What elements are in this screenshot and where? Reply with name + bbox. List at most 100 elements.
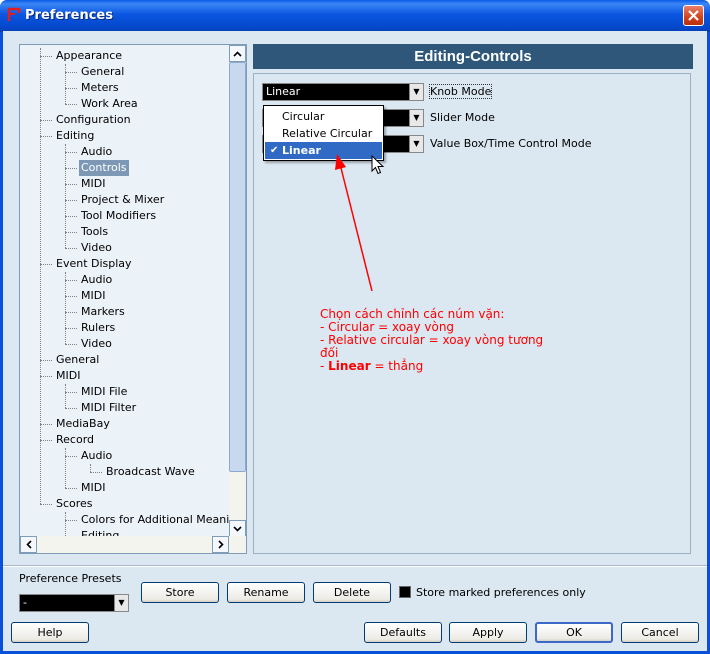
tree-item[interactable]: Audio [20,272,229,288]
knob-mode-dropdown[interactable]: Circular Relative Circular ✔ Linear [263,105,384,161]
tree-item-label: General [56,353,100,366]
tree-guide-line [65,384,66,408]
title-bar[interactable]: Preferences [0,0,710,32]
tree-item-label: Project & Mixer [81,193,165,206]
tree-guide-line [90,464,91,472]
preference-presets-label: Preference Presets [19,572,122,585]
tree-item[interactable]: Editing [20,128,229,144]
preferences-window: Preferences Appearance General Meters Work … [0,0,710,654]
tree-item-label: MIDI [56,369,81,382]
tree-item-label: Configuration [56,113,131,126]
tree-item-label: Meters [81,81,119,94]
delete-button[interactable]: Delete [313,582,391,603]
tree-item[interactable]: Markers [20,304,229,320]
tree-guide-line [65,512,66,536]
tree-item-label: MIDI [81,481,106,494]
tree-item[interactable]: Audio [20,144,229,160]
tree-item-label: Appearance [56,49,123,62]
tree-item-label: Audio [81,449,113,462]
settings-panel: Editing-Controls Linear ▼ Knob Mode ▼ Sl… [253,44,693,556]
knob-mode-label: Knob Mode [428,84,493,99]
close-button[interactable] [683,5,704,26]
tree-item-label: Event Display [56,257,132,270]
tree-item-label: Markers [81,305,125,318]
scroll-down-button[interactable] [229,520,246,537]
tree-item[interactable]: Appearance [20,48,229,64]
option-relative-circular[interactable]: Relative Circular [265,125,382,142]
tree-horizontal-scrollbar[interactable] [20,536,246,553]
knob-mode-select[interactable]: Linear ▼ [262,83,424,101]
chevron-down-icon: ▼ [409,110,423,126]
scroll-right-button[interactable] [212,536,229,553]
tree-item-label: Work Area [81,97,138,110]
tree-guide-line [65,64,66,104]
tree-item[interactable]: Rulers [20,320,229,336]
tree-item[interactable]: Video [20,336,229,352]
cancel-button[interactable]: Cancel [621,622,699,643]
tree-item[interactable]: Event Display [20,256,229,272]
tree-item[interactable]: Broadcast Wave [20,464,229,480]
tree-item-label: MediaBay [56,417,110,430]
tree-item[interactable]: Work Area [20,96,229,112]
chevron-down-icon [233,525,242,532]
tree-item[interactable]: Configuration [20,112,229,128]
tree-item-label: MIDI File [81,385,128,398]
scroll-up-button[interactable] [229,45,246,62]
option-circular[interactable]: Circular [265,108,382,125]
apply-button[interactable]: Apply [449,622,527,643]
tree-item[interactable]: MIDI [20,368,229,384]
tree-item[interactable]: MIDI [20,176,229,192]
rename-button[interactable]: Rename [227,582,305,603]
tree-item[interactable]: Tools [20,224,229,240]
tree-item[interactable]: MIDI Filter [20,400,229,416]
tree-item-label: Colors for Additional Meanings [81,513,229,526]
tree-item[interactable]: General [20,64,229,80]
ok-button[interactable]: OK [535,622,613,643]
chevron-left-icon [25,540,32,549]
tree-item[interactable]: MIDI [20,480,229,496]
store-marked-label: Store marked preferences only [416,586,586,599]
tree-item[interactable]: Audio [20,448,229,464]
store-button[interactable]: Store [141,582,219,603]
knob-mode-value: Linear [266,85,301,98]
tree-item[interactable]: Project & Mixer [20,192,229,208]
tree-item[interactable]: Meters [20,80,229,96]
tree-vertical-scrollbar[interactable] [229,45,246,537]
chevron-right-icon [217,540,224,549]
scroll-thumb[interactable] [229,62,246,472]
panel-body: Linear ▼ Knob Mode ▼ Slider Mode ▼ Value… [253,73,691,554]
preference-presets-select[interactable]: - ▼ [19,594,129,612]
tree-guide-line [65,272,66,344]
help-button[interactable]: Help [11,622,89,643]
tree-item[interactable]: MIDI File [20,384,229,400]
tree-item[interactable]: MIDI [20,288,229,304]
defaults-button[interactable]: Defaults [364,622,442,643]
panel-title: Editing-Controls [253,44,693,69]
tree-item[interactable]: Scores [20,496,229,512]
tree-content: Appearance General Meters Work Area Configur… [20,45,229,537]
tree-item[interactable]: Controls [20,160,229,176]
annotation-text: Chọn cách chỉnh các núm vặn: - Circular … [320,307,544,373]
tree-item[interactable]: Colors for Additional Meanings [20,512,229,528]
chevron-down-icon: ▼ [409,84,423,100]
tree-item-label: Editing [56,129,95,142]
tree-item[interactable]: Record [20,432,229,448]
close-icon [688,10,699,21]
tree-item[interactable]: Video [20,240,229,256]
chevron-down-icon: ▼ [114,595,128,611]
category-tree[interactable]: Appearance General Meters Work Area Configur… [19,44,247,554]
chevron-down-icon: ▼ [409,136,423,152]
annotation-arrow [335,154,373,292]
scroll-left-button[interactable] [20,536,37,553]
tree-item[interactable]: MediaBay [20,416,229,432]
slider-mode-label: Slider Mode [430,111,495,124]
store-marked-checkbox[interactable] [399,586,411,598]
value-box-mode-label: Value Box/Time Control Mode [430,137,592,150]
tree-item-label: MIDI Filter [81,401,137,414]
tree-item[interactable]: General [20,352,229,368]
separator [3,565,707,567]
tree-item[interactable]: Tool Modifiers [20,208,229,224]
tree-item-label: Tool Modifiers [81,209,157,222]
tree-item-label: Video [81,241,112,254]
tree-item-label: Tools [81,225,109,238]
